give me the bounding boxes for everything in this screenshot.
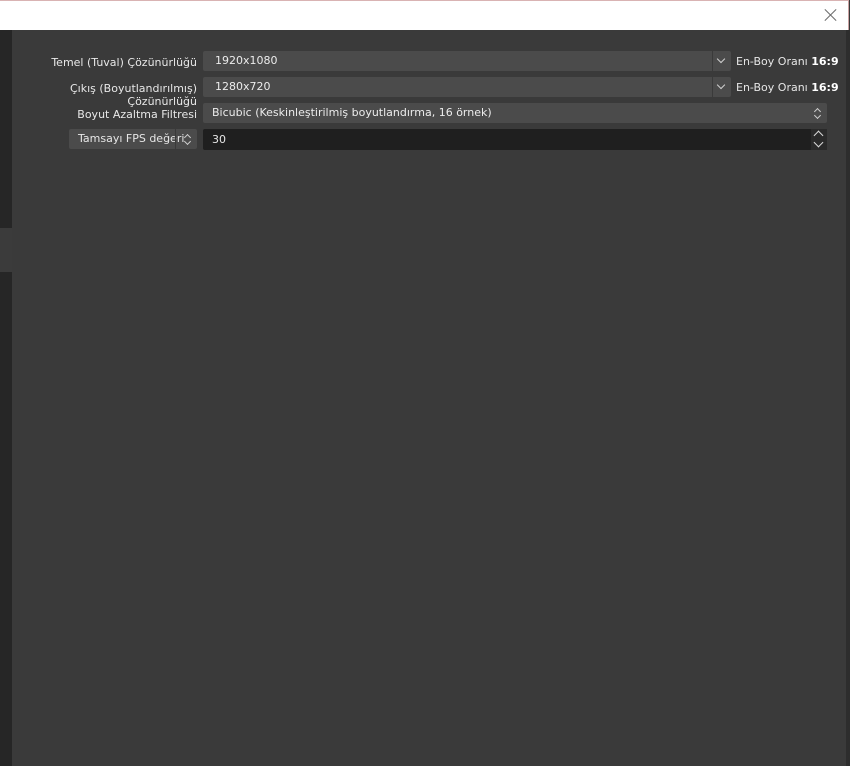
decrement-arrow-icon[interactable] <box>813 137 824 148</box>
close-icon[interactable] <box>824 8 838 22</box>
aspect-ratio-label: En-Boy Oranı <box>736 81 808 94</box>
video-settings-panel: Temel (Tuval) Çözünürlüğü 1920x1080 En-B… <box>12 30 846 766</box>
fps-type-value: Tamsayı FPS değeri <box>78 132 185 145</box>
output-aspect-ratio: En-Boy Oranı 16:9 <box>736 81 839 94</box>
downscale-filter-label: Boyut Azaltma Filtresi <box>77 108 197 121</box>
aspect-ratio-value: 16:9 <box>811 55 839 68</box>
fps-value-spinbox[interactable]: 30 <box>203 129 827 150</box>
aspect-ratio-label: En-Boy Oranı <box>736 55 808 68</box>
up-down-arrows-icon[interactable] <box>811 105 825 121</box>
chevron-down-icon[interactable] <box>712 51 731 71</box>
output-resolution-combo[interactable]: 1280x720 <box>203 77 731 97</box>
spinbox-arrows[interactable] <box>811 129 827 150</box>
fps-type-combo[interactable]: Tamsayı FPS değeri <box>69 129 197 149</box>
window-titlebar <box>0 0 849 30</box>
output-resolution-value: 1280x720 <box>215 80 271 93</box>
downscale-filter-combo[interactable]: Bicubic (Keskinleştirilmiş boyutlandırma… <box>203 103 827 123</box>
output-resolution-label: Çıkış (Boyutlandırılmış) Çözünürlüğü <box>70 82 197 108</box>
base-resolution-label: Temel (Tuval) Çözünürlüğü <box>51 56 197 69</box>
window-right-edge <box>846 30 850 766</box>
sidebar-selected-item[interactable] <box>0 228 12 272</box>
chevron-down-icon[interactable] <box>712 77 731 97</box>
up-down-arrows-icon[interactable] <box>181 131 195 147</box>
aspect-ratio-value: 16:9 <box>811 81 839 94</box>
base-resolution-value: 1920x1080 <box>215 54 278 67</box>
fps-value: 30 <box>212 133 226 146</box>
base-aspect-ratio: En-Boy Oranı 16:9 <box>736 55 839 68</box>
settings-sidebar <box>0 30 12 766</box>
base-resolution-combo[interactable]: 1920x1080 <box>203 51 731 71</box>
downscale-filter-value: Bicubic (Keskinleştirilmiş boyutlandırma… <box>212 106 492 119</box>
